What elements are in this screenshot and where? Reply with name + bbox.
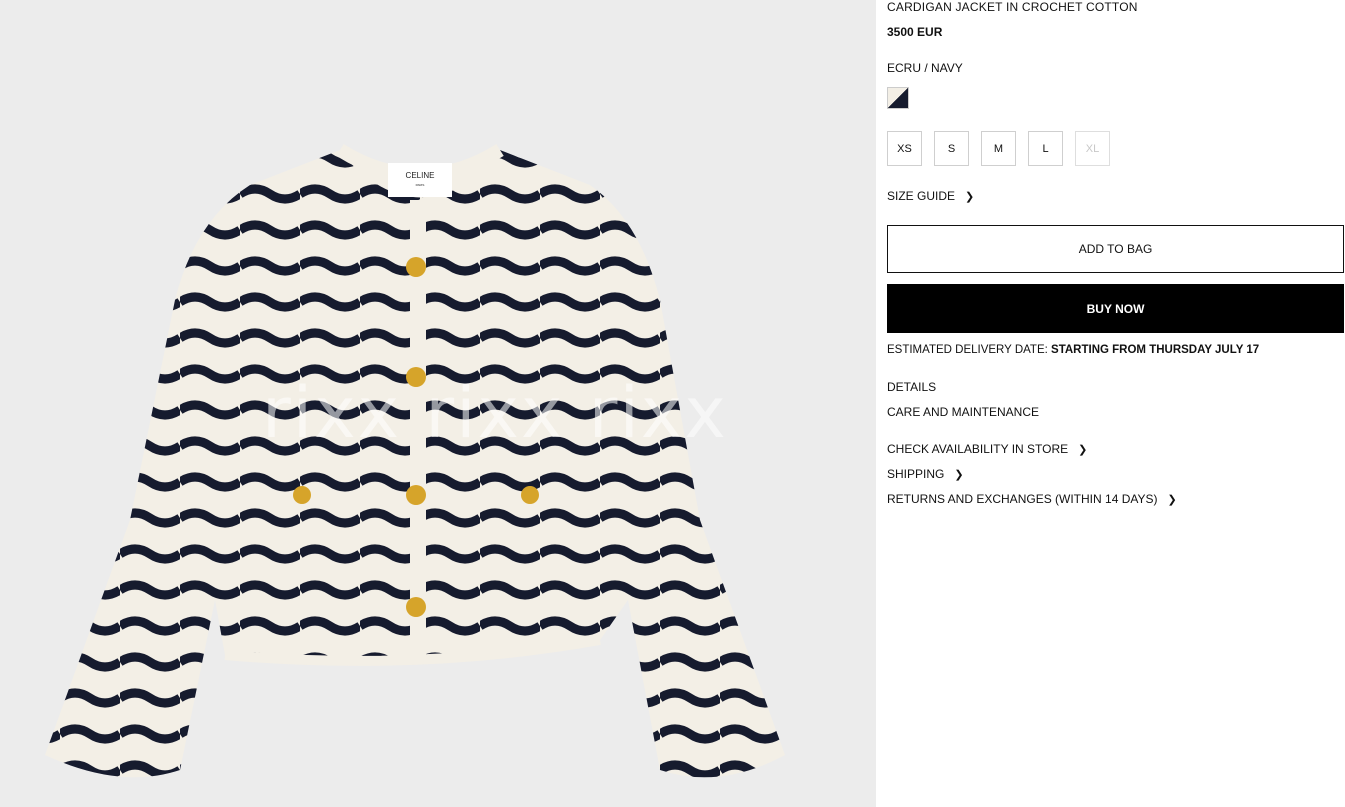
returns-link[interactable]: RETURNS AND EXCHANGES (WITHIN 14 DAYS) ❯ <box>887 492 1177 506</box>
size-selector: XS S M L XL <box>887 131 1110 166</box>
label-sub: PARIS <box>416 183 425 187</box>
delivery-estimate: ESTIMATED DELIVERY DATE: STARTING FROM T… <box>887 344 1259 356</box>
chevron-right-icon: ❯ <box>1167 493 1177 506</box>
chevron-right-icon: ❯ <box>954 468 964 481</box>
gold-button <box>521 486 539 504</box>
delivery-value: STARTING FROM THURSDAY JULY 17 <box>1051 344 1260 356</box>
size-option-xl[interactable]: XL <box>1075 131 1110 166</box>
chevron-right-icon: ❯ <box>965 190 975 203</box>
shipping-label: SHIPPING <box>887 467 945 481</box>
delivery-label: ESTIMATED DELIVERY DATE: <box>887 344 1048 356</box>
chevron-right-icon: ❯ <box>1078 443 1088 456</box>
check-store-link[interactable]: CHECK AVAILABILITY IN STORE ❯ <box>887 442 1087 456</box>
gold-button <box>406 485 426 505</box>
size-guide-link[interactable]: SIZE GUIDE ❯ <box>887 189 974 203</box>
product-image[interactable]: CELINE PARIS rixx rixx rixx <box>0 0 876 807</box>
watermark: rixx rixx rixx <box>262 372 728 454</box>
size-option-m[interactable]: M <box>981 131 1016 166</box>
gold-button <box>406 257 426 277</box>
details-section[interactable]: DETAILS <box>887 380 936 394</box>
size-guide-label: SIZE GUIDE <box>887 189 956 203</box>
product-price: 3500 EUR <box>887 25 943 39</box>
size-option-xs[interactable]: XS <box>887 131 922 166</box>
product-name: CARDIGAN JACKET IN CROCHET COTTON <box>887 0 1138 14</box>
check-store-label: CHECK AVAILABILITY IN STORE <box>887 442 1069 456</box>
returns-label: RETURNS AND EXCHANGES (WITHIN 14 DAYS) <box>887 492 1158 506</box>
size-option-l[interactable]: L <box>1028 131 1063 166</box>
add-to-bag-button[interactable]: ADD TO BAG <box>887 225 1344 273</box>
care-section[interactable]: CARE AND MAINTENANCE <box>887 405 1039 419</box>
size-option-s[interactable]: S <box>934 131 969 166</box>
buy-now-button[interactable]: BUY NOW <box>887 284 1344 333</box>
gold-button <box>293 486 311 504</box>
color-name: ECRU / NAVY <box>887 61 963 75</box>
label-brand: CELINE <box>406 171 435 180</box>
gold-button <box>406 597 426 617</box>
color-swatch-ecru-navy[interactable] <box>887 87 909 109</box>
shipping-link[interactable]: SHIPPING ❯ <box>887 467 964 481</box>
